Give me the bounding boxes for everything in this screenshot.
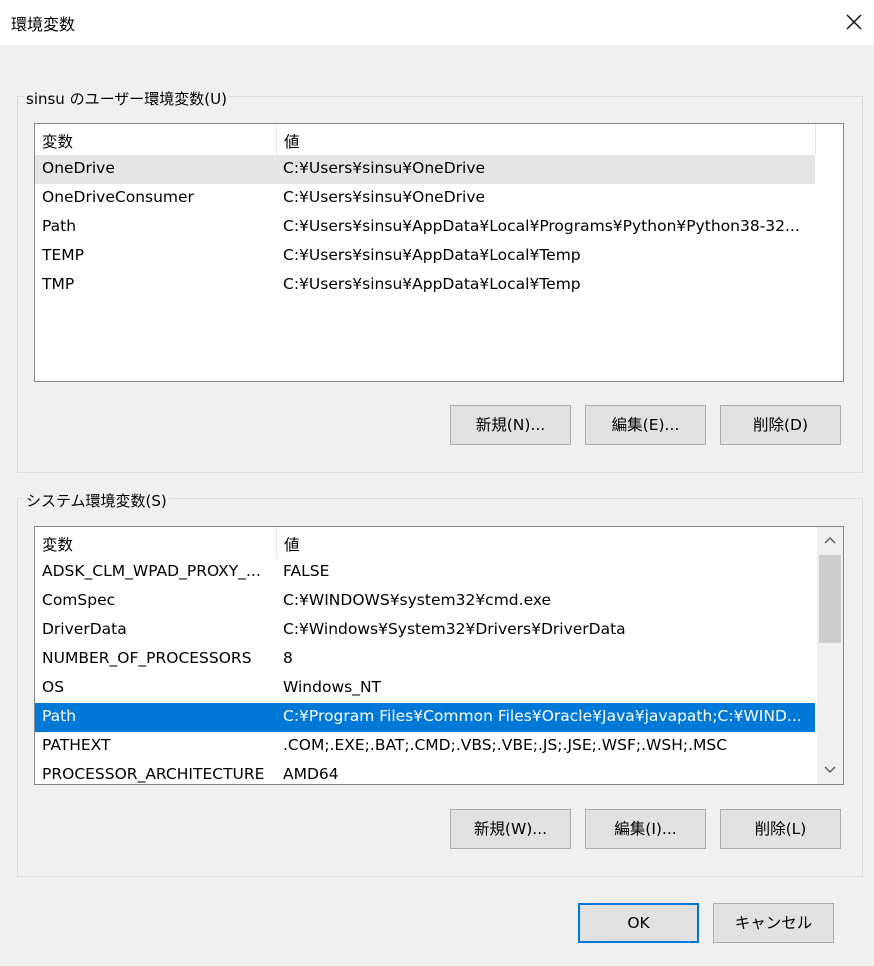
table-row[interactable]: ComSpec C:¥WINDOWS¥system32¥cmd.exe	[35, 587, 815, 616]
system-variables-list[interactable]: 変数 値 ADSK_CLM_WPAD_PROXY_... FALSE ComSpec…	[34, 526, 844, 785]
user-variables-list[interactable]: 変数 値 OneDrive C:¥Users¥sinsu¥OneDrive OneD…	[34, 123, 844, 382]
table-row[interactable]: Path C:¥Users¥sinsu¥AppData¥Local¥Program…	[35, 213, 815, 242]
variable-value: C:¥Users¥sinsu¥AppData¥Local¥Temp	[283, 246, 581, 264]
variable-name: DriverData	[42, 620, 127, 638]
variable-value: 8	[283, 649, 293, 667]
system-new-button[interactable]: 新規(W)...	[450, 809, 571, 849]
variable-value: C:¥Users¥sinsu¥AppData¥Local¥Temp	[283, 275, 581, 293]
variable-value: C:¥Users¥sinsu¥OneDrive	[283, 188, 486, 206]
table-row[interactable]: DriverData C:¥Windows¥System32¥Drivers¥Dr…	[35, 616, 815, 645]
window-title: 環境変数	[11, 15, 76, 34]
cancel-button[interactable]: キャンセル	[713, 903, 834, 943]
scroll-up-button[interactable]	[817, 527, 843, 553]
variable-value: .COM;.EXE;.BAT;.CMD;.VBS;.VBE;.JS;.JSE;.…	[283, 736, 728, 754]
table-row[interactable]: OneDriveConsumer C:¥Users¥sinsu¥OneDrive	[35, 184, 815, 213]
variable-value: AMD64	[283, 765, 339, 783]
system-variables-legend: システム環境変数(S)	[24, 490, 169, 511]
variable-name: PATHEXT	[42, 736, 111, 754]
column-header-variable[interactable]: 変数	[35, 124, 277, 155]
user-delete-button[interactable]: 削除(D)	[720, 405, 841, 445]
table-row[interactable]: Path C:¥Program Files¥Common Files¥Oracle…	[35, 703, 815, 732]
scroll-down-button[interactable]	[817, 756, 843, 782]
column-header-filler	[815, 124, 843, 155]
scroll-thumb[interactable]	[819, 555, 841, 643]
table-row[interactable]: TEMP C:¥Users¥sinsu¥AppData¥Local¥Temp	[35, 242, 815, 271]
variable-value: C:¥Users¥sinsu¥AppData¥Local¥Programs¥Py…	[283, 217, 800, 235]
system-edit-button[interactable]: 編集(I)...	[585, 809, 706, 849]
user-edit-button[interactable]: 編集(E)...	[585, 405, 706, 445]
table-row[interactable]: PROCESSOR_ARCHITECTURE AMD64	[35, 761, 815, 784]
ok-button[interactable]: OK	[578, 903, 699, 943]
variable-name: OS	[42, 678, 65, 696]
column-header-value[interactable]: 値	[277, 124, 577, 155]
system-delete-button[interactable]: 削除(L)	[720, 809, 841, 849]
close-button[interactable]	[838, 4, 872, 40]
variable-name: Path	[42, 707, 77, 725]
variable-name: OneDrive	[42, 159, 115, 177]
variable-name: OneDriveConsumer	[42, 188, 194, 206]
list-header: 変数 値	[35, 527, 815, 558]
variable-name: ComSpec	[42, 591, 116, 609]
close-icon	[846, 14, 862, 30]
variable-name: NUMBER_OF_PROCESSORS	[42, 649, 252, 667]
list-header: 変数 値	[35, 124, 843, 155]
variable-name: Path	[42, 217, 77, 235]
column-header-variable[interactable]: 変数	[35, 527, 277, 558]
chevron-up-icon	[824, 536, 836, 544]
column-header-value[interactable]: 値	[277, 527, 815, 558]
variable-name: ADSK_CLM_WPAD_PROXY_...	[42, 562, 261, 580]
user-variables-legend: sinsu のユーザー環境変数(U)	[24, 88, 229, 109]
chevron-down-icon	[824, 766, 836, 774]
variable-value: C:¥Program Files¥Common Files¥Oracle¥Jav…	[283, 707, 802, 725]
table-row[interactable]: PATHEXT .COM;.EXE;.BAT;.CMD;.VBS;.VBE;.JS…	[35, 732, 815, 761]
variable-value: FALSE	[283, 562, 330, 580]
table-row[interactable]: ADSK_CLM_WPAD_PROXY_... FALSE	[35, 558, 815, 587]
table-row[interactable]: NUMBER_OF_PROCESSORS 8	[35, 645, 815, 674]
table-row[interactable]: OneDrive C:¥Users¥sinsu¥OneDrive	[35, 155, 815, 184]
variable-value: Windows_NT	[283, 678, 382, 696]
title-bar: 環境変数	[0, 0, 874, 45]
variable-value: C:¥Users¥sinsu¥OneDrive	[283, 159, 486, 177]
variable-value: C:¥WINDOWS¥system32¥cmd.exe	[283, 591, 552, 609]
variable-name: TEMP	[42, 246, 84, 264]
user-new-button[interactable]: 新規(N)...	[450, 405, 571, 445]
variable-name: TMP	[42, 275, 75, 293]
variable-name: PROCESSOR_ARCHITECTURE	[42, 765, 265, 783]
vertical-scrollbar[interactable]	[817, 527, 843, 784]
table-row[interactable]: OS Windows_NT	[35, 674, 815, 703]
variable-value: C:¥Windows¥System32¥Drivers¥DriverData	[283, 620, 626, 638]
table-row[interactable]: TMP C:¥Users¥sinsu¥AppData¥Local¥Temp	[35, 271, 815, 300]
